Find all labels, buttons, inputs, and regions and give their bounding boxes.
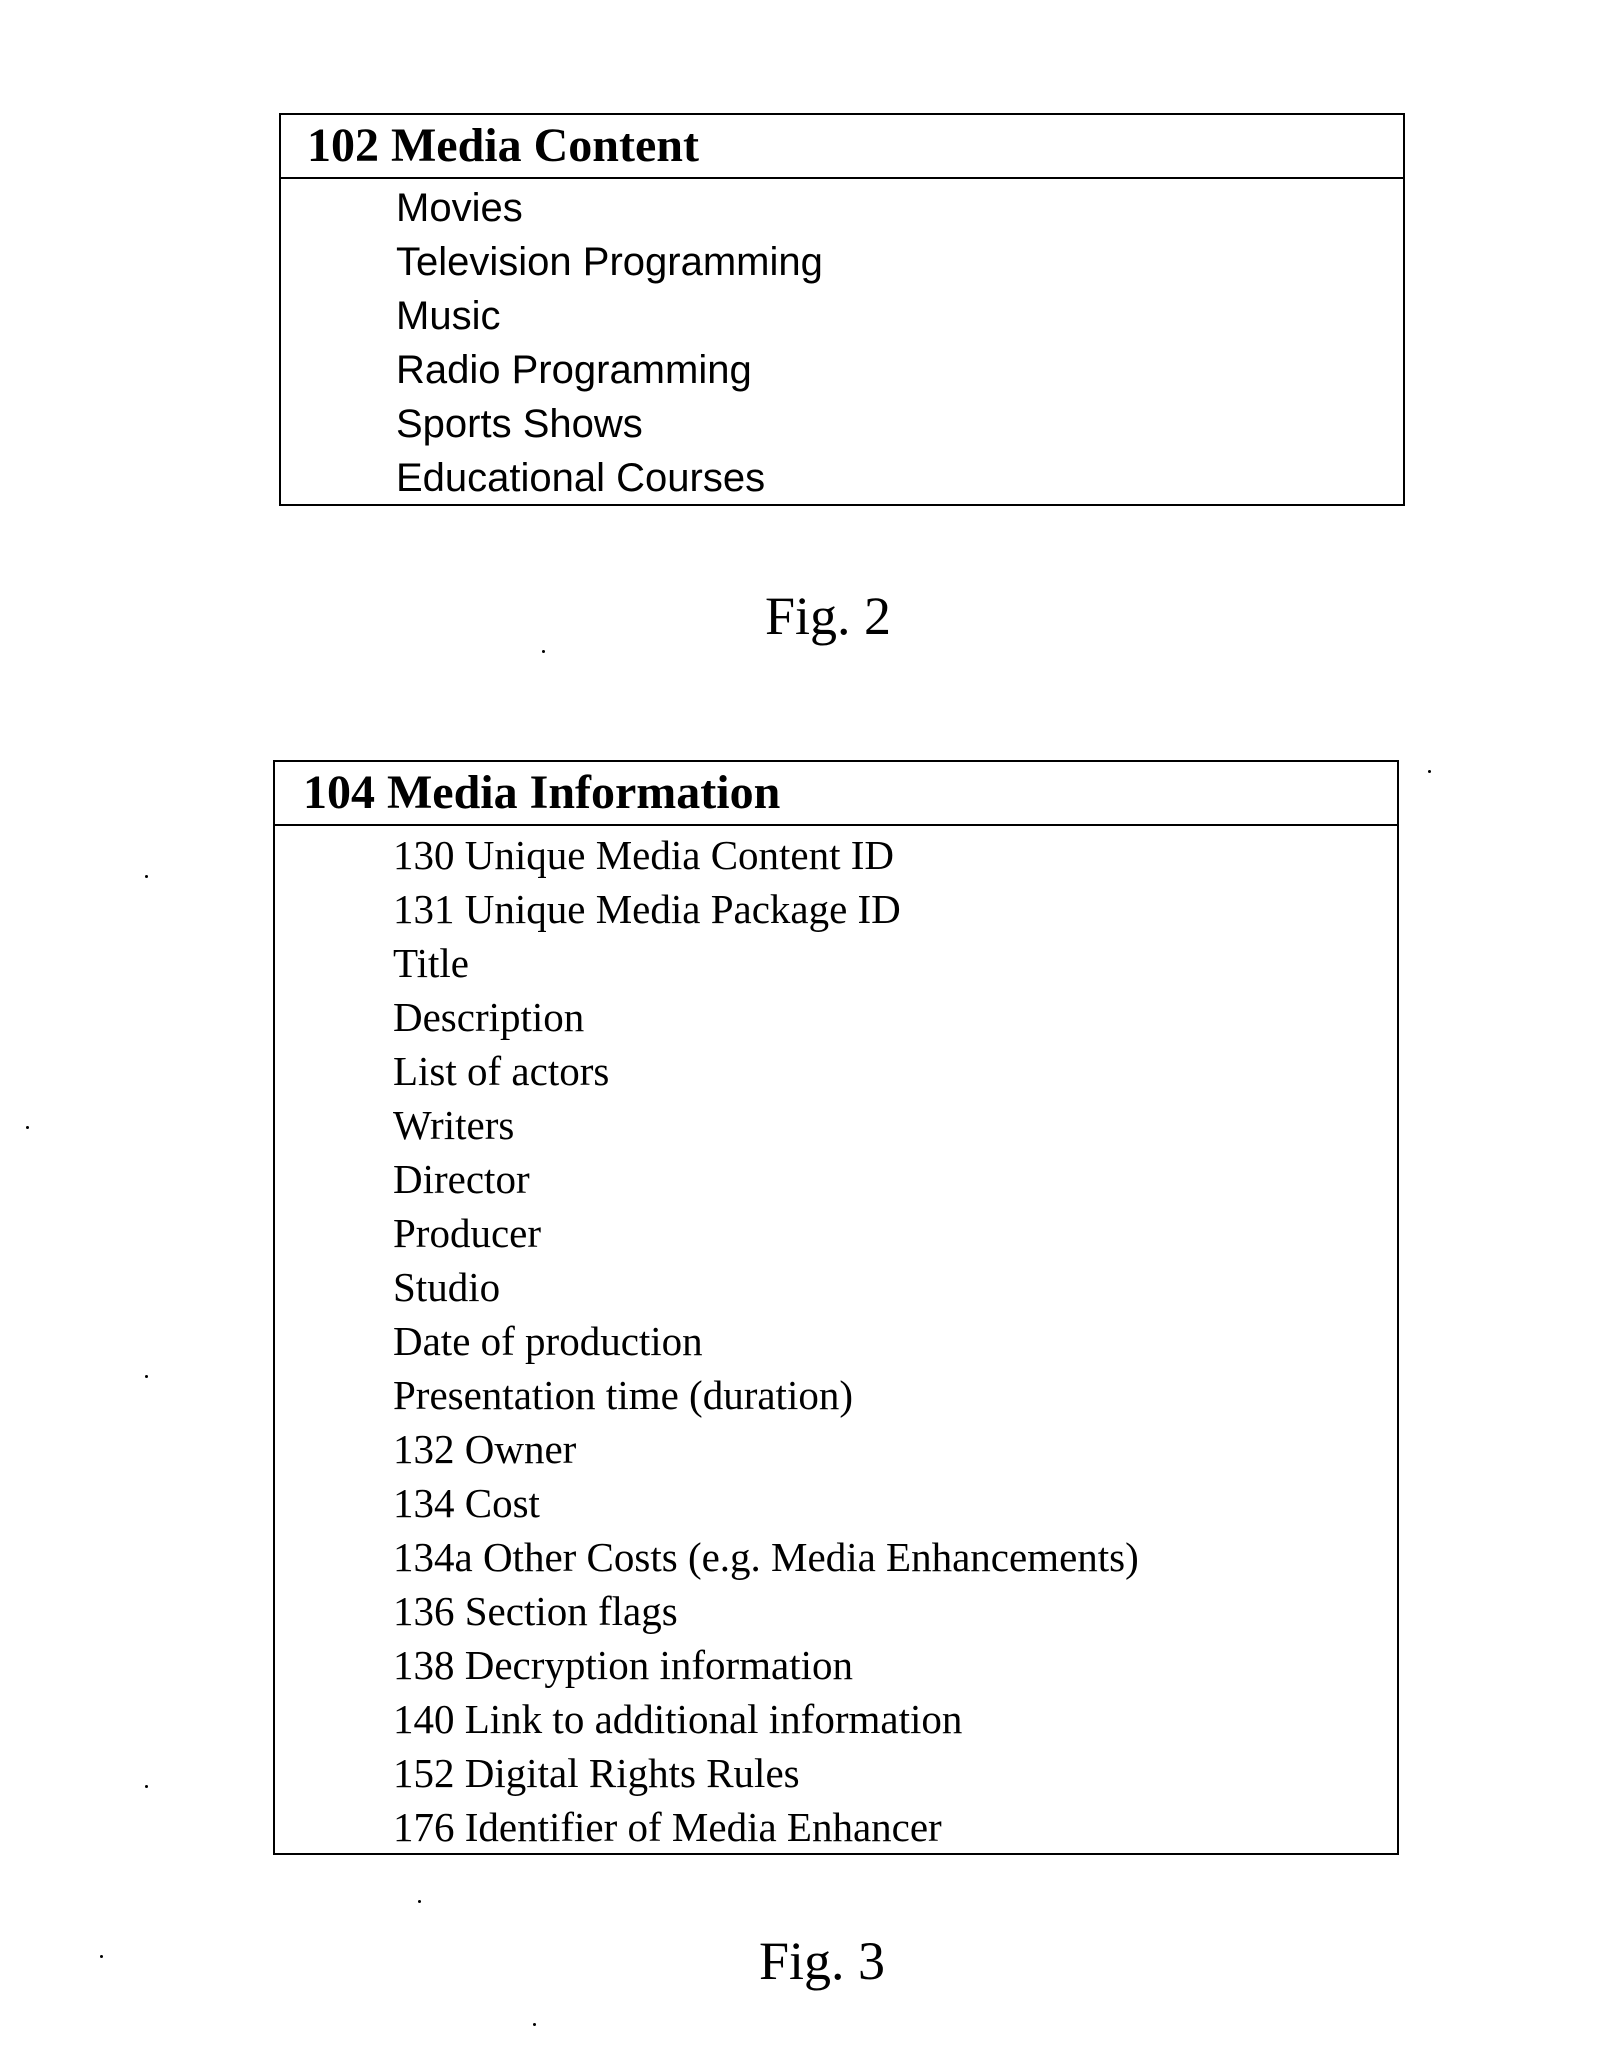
media-content-list: Movies Television Programming Music Radi… bbox=[281, 179, 1403, 505]
scan-speck bbox=[145, 1375, 148, 1378]
list-item: Movies bbox=[396, 186, 523, 230]
scan-speck bbox=[145, 1785, 148, 1788]
list-item: 138 Decryption information bbox=[393, 1642, 854, 1688]
scan-speck bbox=[100, 1955, 103, 1958]
list-item: Presentation time (duration) bbox=[393, 1372, 853, 1418]
scan-speck bbox=[26, 1126, 29, 1129]
list-item: Television Programming bbox=[396, 240, 823, 284]
list-item: 136 Section flags bbox=[393, 1588, 678, 1634]
list-item: 152 Digital Rights Rules bbox=[393, 1750, 800, 1796]
list-item: Producer bbox=[393, 1210, 542, 1256]
list-item: Writers bbox=[393, 1102, 515, 1148]
list-item: Educational Courses bbox=[396, 456, 766, 500]
list-item: 140 Link to additional information bbox=[393, 1696, 963, 1742]
scan-speck bbox=[145, 875, 148, 878]
scan-speck bbox=[418, 1900, 421, 1903]
list-item: 130 Unique Media Content ID bbox=[393, 832, 895, 878]
media-content-table: 102 Media Content Movies Television Prog… bbox=[279, 113, 1405, 506]
media-information-header: 104 Media Information bbox=[275, 762, 1397, 826]
media-content-header: 102 Media Content bbox=[281, 115, 1403, 179]
figure-caption-2: Fig. 2 bbox=[765, 586, 892, 646]
list-item: Sports Shows bbox=[396, 402, 643, 446]
media-information-list: 130 Unique Media Content ID 131 Unique M… bbox=[275, 826, 1397, 1854]
figure-caption-3: Fig. 3 bbox=[759, 1931, 886, 1991]
media-information-table: 104 Media Information 130 Unique Media C… bbox=[273, 760, 1399, 1855]
list-item: List of actors bbox=[393, 1048, 610, 1094]
list-item: 176 Identifier of Media Enhancer bbox=[393, 1804, 942, 1850]
list-item: Director bbox=[393, 1156, 530, 1202]
list-item: Studio bbox=[393, 1264, 501, 1310]
list-item: Description bbox=[393, 994, 585, 1040]
list-item: 131 Unique Media Package ID bbox=[393, 886, 901, 932]
scan-speck bbox=[1428, 770, 1431, 773]
scan-speck bbox=[533, 2023, 536, 2026]
scan-speck bbox=[542, 650, 545, 653]
list-item: Music bbox=[396, 294, 501, 338]
list-item: 132 Owner bbox=[393, 1426, 577, 1472]
list-item: Radio Programming bbox=[396, 348, 752, 392]
list-item: Title bbox=[393, 940, 469, 986]
list-item: 134a Other Costs (e.g. Media Enhancement… bbox=[393, 1534, 1139, 1580]
list-item: Date of production bbox=[393, 1318, 703, 1364]
list-item: 134 Cost bbox=[393, 1480, 540, 1526]
